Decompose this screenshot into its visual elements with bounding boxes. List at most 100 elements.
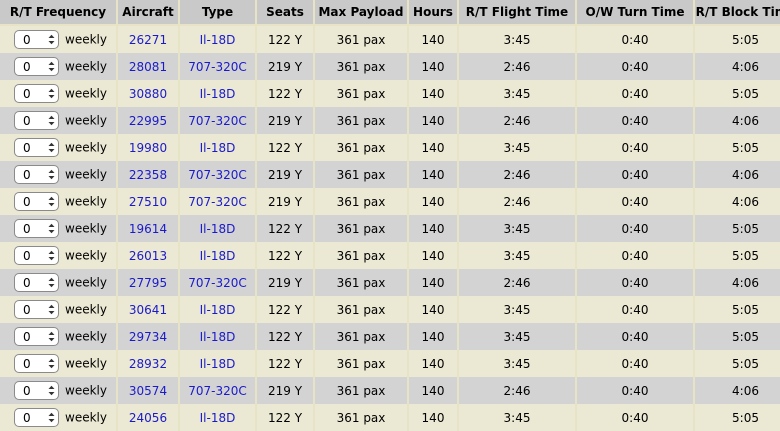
type-cell: Il-18D xyxy=(180,26,255,53)
aircraft-cell: 26013 xyxy=(118,242,178,269)
hours-cell: 140 xyxy=(409,323,457,350)
payload-cell: 361 pax xyxy=(315,377,407,404)
frequency-select[interactable]: 0 xyxy=(14,273,59,292)
frequency-unit: weekly xyxy=(65,275,107,290)
type-link[interactable]: 707-320C xyxy=(188,60,247,74)
turn-time-cell: 0:40 xyxy=(577,242,693,269)
seats-cell: 219 Y xyxy=(257,188,313,215)
aircraft-link[interactable]: 29734 xyxy=(129,330,167,344)
col-header-aircraft: Aircraft xyxy=(118,0,178,26)
flight-time-cell: 3:45 xyxy=(459,323,575,350)
block-time-cell: 5:05 xyxy=(695,215,780,242)
hours-cell: 140 xyxy=(409,26,457,53)
type-link[interactable]: Il-18D xyxy=(200,141,236,155)
hours-cell: 140 xyxy=(409,215,457,242)
type-link[interactable]: 707-320C xyxy=(188,195,247,209)
aircraft-link[interactable]: 30880 xyxy=(129,87,167,101)
type-cell: 707-320C xyxy=(180,53,255,80)
updown-chevron-icon xyxy=(48,412,55,423)
type-link[interactable]: Il-18D xyxy=(200,87,236,101)
type-link[interactable]: 707-320C xyxy=(188,276,247,290)
type-cell: Il-18D xyxy=(180,323,255,350)
aircraft-cell: 29734 xyxy=(118,323,178,350)
aircraft-link[interactable]: 30574 xyxy=(129,384,167,398)
frequency-unit: weekly xyxy=(65,113,107,128)
frequency-select[interactable]: 0 xyxy=(14,354,59,373)
frequency-cell: 0 weekly xyxy=(0,188,116,215)
frequency-select[interactable]: 0 xyxy=(14,165,59,184)
frequency-select[interactable]: 0 xyxy=(14,192,59,211)
frequency-cell: 0 weekly xyxy=(0,134,116,161)
type-link[interactable]: 707-320C xyxy=(188,384,247,398)
aircraft-link[interactable]: 27795 xyxy=(129,276,167,290)
aircraft-link[interactable]: 26013 xyxy=(129,249,167,263)
updown-chevron-icon xyxy=(48,250,55,261)
type-link[interactable]: Il-18D xyxy=(200,330,236,344)
frequency-value: 0 xyxy=(23,329,31,344)
frequency-select[interactable]: 0 xyxy=(14,408,59,427)
frequency-value: 0 xyxy=(23,302,31,317)
type-link[interactable]: 707-320C xyxy=(188,168,247,182)
turn-time-cell: 0:40 xyxy=(577,53,693,80)
hours-cell: 140 xyxy=(409,404,457,431)
aircraft-cell: 26271 xyxy=(118,26,178,53)
type-cell: Il-18D xyxy=(180,404,255,431)
frequency-select[interactable]: 0 xyxy=(14,219,59,238)
updown-chevron-icon xyxy=(48,331,55,342)
block-time-cell: 4:06 xyxy=(695,53,780,80)
aircraft-link[interactable]: 19614 xyxy=(129,222,167,236)
table-row: 0 weekly 26013 Il-18D 122 Y 361 pax 140 … xyxy=(0,242,780,269)
type-cell: 707-320C xyxy=(180,107,255,134)
type-link[interactable]: Il-18D xyxy=(200,411,236,425)
frequency-select[interactable]: 0 xyxy=(14,84,59,103)
frequency-select[interactable]: 0 xyxy=(14,327,59,346)
table-row: 0 weekly 28081 707-320C 219 Y 361 pax 14… xyxy=(0,53,780,80)
col-header-type: Type xyxy=(180,0,255,26)
frequency-unit: weekly xyxy=(65,248,107,263)
aircraft-link[interactable]: 22358 xyxy=(129,168,167,182)
type-link[interactable]: Il-18D xyxy=(200,249,236,263)
table-row: 0 weekly 28932 Il-18D 122 Y 361 pax 140 … xyxy=(0,350,780,377)
frequency-select[interactable]: 0 xyxy=(14,138,59,157)
frequency-select[interactable]: 0 xyxy=(14,246,59,265)
type-link[interactable]: Il-18D xyxy=(200,33,236,47)
turn-time-cell: 0:40 xyxy=(577,161,693,188)
aircraft-cell: 24056 xyxy=(118,404,178,431)
aircraft-link[interactable]: 22995 xyxy=(129,114,167,128)
table-row: 0 weekly 22995 707-320C 219 Y 361 pax 14… xyxy=(0,107,780,134)
turn-time-cell: 0:40 xyxy=(577,296,693,323)
hours-cell: 140 xyxy=(409,269,457,296)
aircraft-link[interactable]: 28932 xyxy=(129,357,167,371)
aircraft-link[interactable]: 28081 xyxy=(129,60,167,74)
col-header-rt-block-time: R/T Block Time xyxy=(695,0,780,26)
frequency-select[interactable]: 0 xyxy=(14,57,59,76)
type-link[interactable]: Il-18D xyxy=(200,303,236,317)
table-row: 0 weekly 30641 Il-18D 122 Y 361 pax 140 … xyxy=(0,296,780,323)
frequency-value: 0 xyxy=(23,356,31,371)
type-link[interactable]: Il-18D xyxy=(200,357,236,371)
aircraft-link[interactable]: 24056 xyxy=(129,411,167,425)
frequency-value: 0 xyxy=(23,383,31,398)
updown-chevron-icon xyxy=(48,358,55,369)
aircraft-link[interactable]: 30641 xyxy=(129,303,167,317)
aircraft-link[interactable]: 27510 xyxy=(129,195,167,209)
header-row: R/T Frequency Aircraft Type Seats Max Pa… xyxy=(0,0,780,26)
payload-cell: 361 pax xyxy=(315,188,407,215)
type-cell: Il-18D xyxy=(180,242,255,269)
seats-cell: 122 Y xyxy=(257,296,313,323)
seats-cell: 122 Y xyxy=(257,404,313,431)
frequency-select[interactable]: 0 xyxy=(14,30,59,49)
frequency-unit: weekly xyxy=(65,410,107,425)
type-link[interactable]: Il-18D xyxy=(200,222,236,236)
type-cell: 707-320C xyxy=(180,188,255,215)
aircraft-link[interactable]: 19980 xyxy=(129,141,167,155)
seats-cell: 122 Y xyxy=(257,134,313,161)
frequency-select[interactable]: 0 xyxy=(14,111,59,130)
flight-time-cell: 3:45 xyxy=(459,26,575,53)
aircraft-schedule-table: R/T Frequency Aircraft Type Seats Max Pa… xyxy=(0,0,780,431)
block-time-cell: 4:06 xyxy=(695,377,780,404)
frequency-select[interactable]: 0 xyxy=(14,381,59,400)
frequency-select[interactable]: 0 xyxy=(14,300,59,319)
type-link[interactable]: 707-320C xyxy=(188,114,247,128)
aircraft-link[interactable]: 26271 xyxy=(129,33,167,47)
